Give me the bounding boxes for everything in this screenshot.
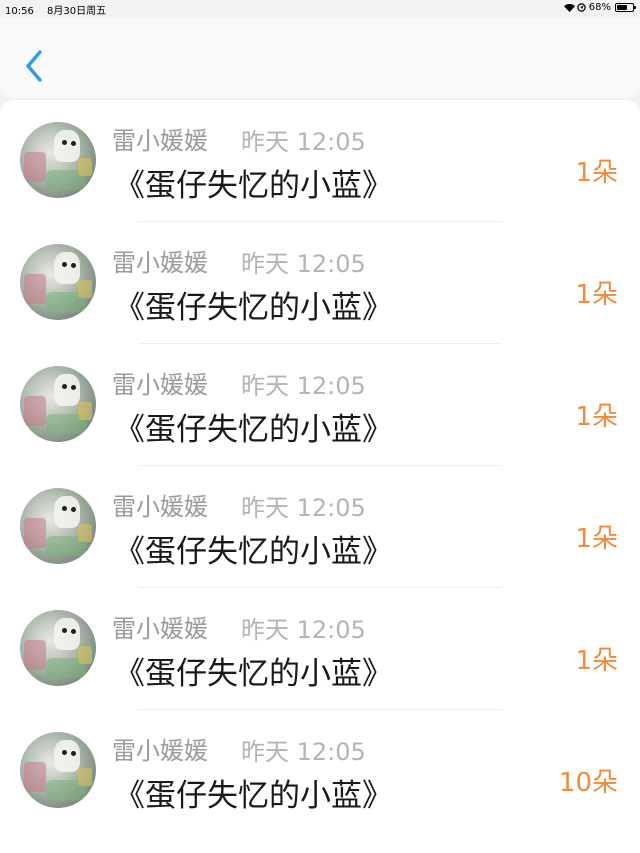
avatar-art <box>24 396 46 426</box>
sender-name: 雷小媛媛 <box>112 737 208 765</box>
avatar-art <box>71 751 76 756</box>
gift-title: 《蛋仔失忆的小蓝》 <box>114 778 393 814</box>
avatar-art <box>78 524 92 542</box>
list-item[interactable]: 雷小媛媛 昨天 12:05 《蛋仔失忆的小蓝》 1朵 <box>0 100 640 222</box>
avatar-art <box>24 274 46 304</box>
avatar-art <box>62 140 67 145</box>
avatar-art <box>54 130 80 162</box>
avatar-art <box>71 629 76 634</box>
avatar[interactable] <box>20 366 96 442</box>
battery-nub <box>634 6 636 9</box>
avatar-art <box>62 628 67 633</box>
gift-title: 《蛋仔失忆的小蓝》 <box>114 168 393 204</box>
status-time: 10:56 <box>5 6 34 17</box>
list-item[interactable]: 雷小媛媛 昨天 12:05 《蛋仔失忆的小蓝》 1朵 <box>0 344 640 466</box>
battery-fill <box>617 5 628 10</box>
gift-title: 《蛋仔失忆的小蓝》 <box>114 412 393 448</box>
avatar-art <box>24 762 46 792</box>
sender-name: 雷小媛媛 <box>112 249 208 277</box>
chevron-left-icon <box>26 50 42 82</box>
gift-title: 《蛋仔失忆的小蓝》 <box>114 290 393 326</box>
timestamp: 昨天 12:05 <box>241 128 366 156</box>
avatar-art <box>71 385 76 390</box>
flower-count: 1朵 <box>575 524 618 554</box>
avatar-art <box>24 152 46 182</box>
status-left: 10:56 8月30日周五 <box>5 2 106 17</box>
avatar-art <box>24 518 46 548</box>
nav-bar <box>0 18 640 98</box>
timestamp: 昨天 12:05 <box>241 250 366 278</box>
avatar[interactable] <box>20 244 96 320</box>
avatar-art <box>71 141 76 146</box>
avatar-art <box>24 640 46 670</box>
avatar-art <box>62 750 67 755</box>
avatar[interactable] <box>20 610 96 686</box>
avatar[interactable] <box>20 732 96 808</box>
timestamp: 昨天 12:05 <box>241 738 366 766</box>
back-button[interactable] <box>18 46 50 86</box>
avatar-art <box>54 374 80 406</box>
flower-count: 1朵 <box>575 280 618 310</box>
avatar-art <box>54 618 80 650</box>
avatar[interactable] <box>20 488 96 564</box>
avatar-art <box>62 262 67 267</box>
battery-percent: 68% <box>588 2 611 13</box>
status-right: 68% <box>563 2 636 13</box>
avatar-art <box>78 280 92 298</box>
list-item[interactable]: 雷小媛媛 昨天 12:05 《蛋仔失忆的小蓝》 10朵 <box>0 710 640 832</box>
flower-count: 1朵 <box>575 402 618 432</box>
sender-name: 雷小媛媛 <box>112 371 208 399</box>
sender-name: 雷小媛媛 <box>112 493 208 521</box>
avatar-art <box>78 158 92 176</box>
avatar-art <box>71 263 76 268</box>
avatar-art <box>78 768 92 786</box>
flower-count: 1朵 <box>575 158 618 188</box>
flower-count: 1朵 <box>575 646 618 676</box>
avatar-art <box>54 496 80 528</box>
timestamp: 昨天 12:05 <box>241 494 366 522</box>
status-bar: 10:56 8月30日周五 68% <box>0 0 640 18</box>
sender-name: 雷小媛媛 <box>112 615 208 643</box>
avatar-art <box>54 740 80 772</box>
avatar-art <box>71 507 76 512</box>
battery-icon <box>615 3 636 12</box>
gift-title: 《蛋仔失忆的小蓝》 <box>114 534 393 570</box>
avatar-art <box>78 402 92 420</box>
location-icon <box>577 3 586 12</box>
list-item[interactable]: 雷小媛媛 昨天 12:05 《蛋仔失忆的小蓝》 1朵 <box>0 588 640 710</box>
status-date: 8月30日周五 <box>47 6 107 17</box>
list-item[interactable]: 雷小媛媛 昨天 12:05 《蛋仔失忆的小蓝》 1朵 <box>0 466 640 588</box>
gift-list: 雷小媛媛 昨天 12:05 《蛋仔失忆的小蓝》 1朵 雷小媛媛 昨天 12:05 《蛋仔失忆… <box>0 100 640 853</box>
avatar-art <box>62 384 67 389</box>
avatar-art <box>78 646 92 664</box>
flower-count: 10朵 <box>558 768 618 798</box>
sender-name: 雷小媛媛 <box>112 127 208 155</box>
gift-title: 《蛋仔失忆的小蓝》 <box>114 656 393 692</box>
avatar-art <box>62 506 67 511</box>
list-item[interactable]: 雷小媛媛 昨天 12:05 《蛋仔失忆的小蓝》 1朵 <box>0 222 640 344</box>
avatar[interactable] <box>20 122 96 198</box>
avatar-art <box>54 252 80 284</box>
timestamp: 昨天 12:05 <box>241 372 366 400</box>
wifi-icon <box>563 3 575 12</box>
timestamp: 昨天 12:05 <box>241 616 366 644</box>
